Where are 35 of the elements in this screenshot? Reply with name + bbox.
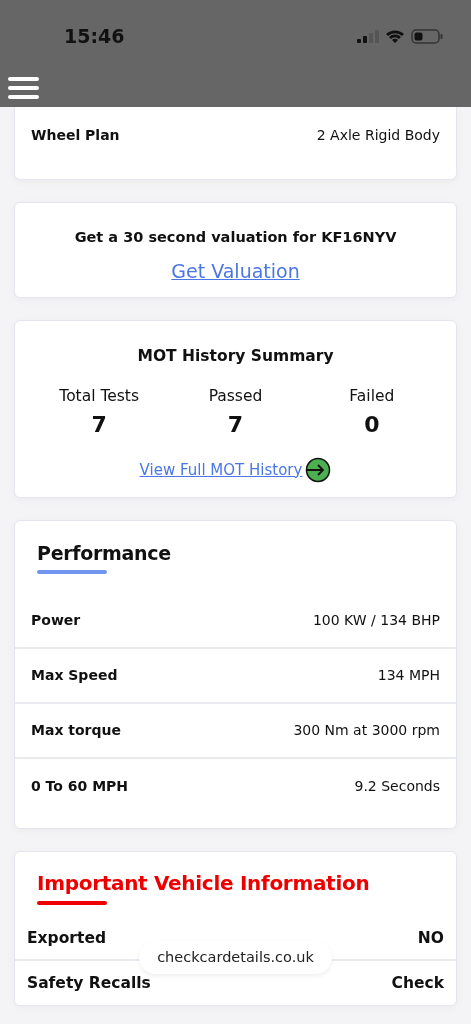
stat-label: Total Tests xyxy=(59,385,140,407)
valuation-text: Get a 30 second valuation for KF16NYV xyxy=(73,228,398,247)
row-value: 134 MPH xyxy=(377,666,440,686)
row-label: Safety Recalls xyxy=(27,972,151,994)
status-time: 15:46 xyxy=(64,24,125,49)
row-value: Check xyxy=(391,972,444,994)
signal-icon xyxy=(357,29,379,43)
row-label: Exported xyxy=(27,927,106,949)
stat-value: 7 xyxy=(227,410,244,439)
section-heading: Performance xyxy=(37,540,171,566)
mot-summary-title: MOT History Summary xyxy=(136,346,335,368)
stat-label: Failed xyxy=(349,385,395,407)
row-label: Power xyxy=(31,611,81,631)
battery-icon xyxy=(411,28,443,44)
heading-underline xyxy=(37,901,107,906)
arrow-circle-icon xyxy=(305,456,332,483)
heading-underline xyxy=(37,570,107,575)
row-value: 9.2 Seconds xyxy=(354,777,440,797)
mot-history-link[interactable]: View Full MOT History xyxy=(139,458,303,481)
row-value: NO xyxy=(417,927,444,949)
wifi-icon xyxy=(385,29,405,44)
valuation-link[interactable]: Get Valuation xyxy=(171,259,300,282)
row-value: 300 Nm at 3000 rpm xyxy=(293,721,440,741)
stat-value: 7 xyxy=(91,410,107,439)
menu-button[interactable] xyxy=(8,77,39,99)
row-label: Max Speed xyxy=(31,666,118,686)
url-pill: checkcardetails.co.uk xyxy=(139,941,332,974)
row-label: 0 To 60 MPH xyxy=(31,777,129,797)
row-label: Max torque xyxy=(31,721,121,741)
row-value: 2 Axle Rigid Body xyxy=(316,126,440,145)
section-heading: Important Vehicle Information xyxy=(37,870,370,898)
row-value: 100 KW / 134 BHP xyxy=(312,611,440,631)
stat-value: 0 xyxy=(364,410,380,439)
row-label: Wheel Plan xyxy=(31,126,120,145)
stat-label: Passed xyxy=(208,385,263,407)
